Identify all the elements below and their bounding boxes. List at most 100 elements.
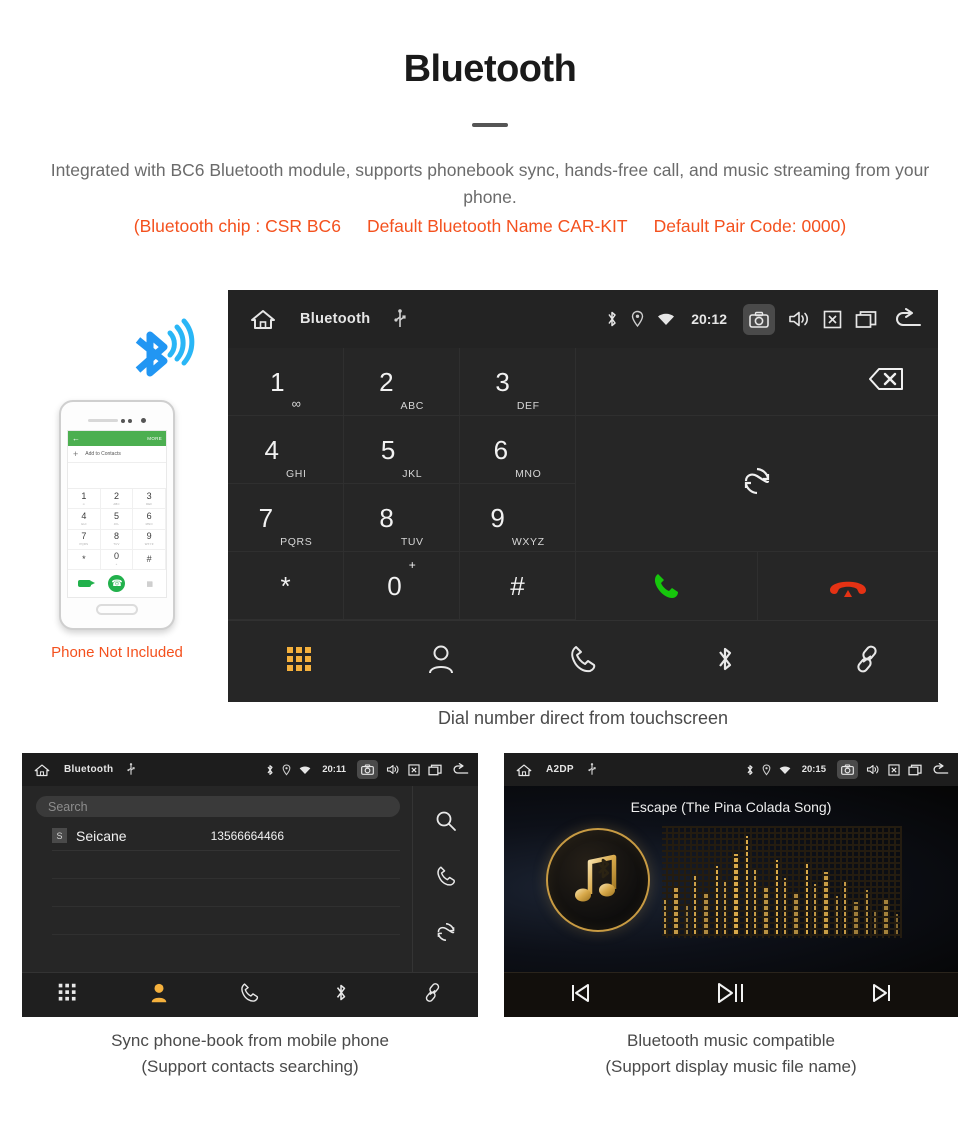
phone-number-field	[68, 463, 166, 489]
play-pause-icon[interactable]	[716, 981, 746, 1010]
close-box-icon[interactable]	[823, 310, 842, 329]
nav-bluetooth-icon[interactable]	[334, 982, 348, 1008]
call-icon[interactable]	[435, 865, 457, 892]
phone-add-contacts-label: Add to Contacts	[85, 451, 121, 457]
recents-icon[interactable]	[908, 764, 922, 776]
wifi-icon	[299, 765, 311, 775]
camera-icon[interactable]	[837, 760, 858, 779]
list-item[interactable]: S Seicane 13566664466	[52, 821, 400, 851]
search-input[interactable]: Search	[36, 796, 400, 817]
video-call-icon	[77, 580, 95, 587]
phone-body: ← MORE + Add to Contacts 1 ∞ 2 ABC 3 DEF 4G…	[59, 400, 175, 630]
plus-icon: +	[73, 448, 79, 459]
key-7[interactable]: 7 PQRS	[228, 484, 344, 552]
phone-key: 5 JKL	[100, 509, 134, 530]
nav-keypad-icon[interactable]	[286, 646, 312, 677]
key-1[interactable]: 1 ∞	[228, 348, 344, 416]
phonebook-caption-line1: Sync phone-book from mobile phone	[111, 1031, 389, 1050]
volume-icon[interactable]	[788, 310, 810, 328]
key-9[interactable]: 9 WXYZ	[460, 484, 576, 552]
home-icon[interactable]	[34, 763, 50, 777]
contact-number: 13566664466	[210, 828, 285, 843]
previous-icon[interactable]	[568, 982, 592, 1009]
contact-name: Seicane	[76, 827, 127, 844]
music-statusbar-title: A2DP	[546, 764, 574, 775]
music-caption-line1: Bluetooth music compatible	[627, 1031, 835, 1050]
key-8[interactable]: 8 TUV	[344, 484, 460, 552]
showcase-section: ← MORE + Add to Contacts 1 ∞ 2 ABC 3 DEF 4G…	[0, 290, 980, 728]
page-title: Bluetooth	[403, 48, 577, 90]
music-body: Escape (The Pina Colada Song)	[504, 786, 958, 972]
phone-key: #	[133, 549, 166, 570]
location-icon	[282, 763, 291, 776]
nav-keypad-icon[interactable]	[58, 983, 77, 1007]
location-icon	[762, 763, 771, 776]
dialer-keypad: 1 ∞ 2 ABC 3 DEF 4 GHI 5 JKL 6 MNO 7 PQRS 8 TUV 9…	[228, 348, 576, 620]
backspace-icon[interactable]	[854, 364, 906, 399]
phone-add-contacts-row: + Add to Contacts	[68, 446, 166, 463]
dialer-bottom-nav	[228, 620, 938, 702]
list-item	[52, 879, 400, 907]
spec-line: (Bluetooth chip : CSR BC6 Default Bluetoo…	[0, 216, 980, 237]
phone-more-label: MORE	[147, 436, 162, 441]
key-6[interactable]: 6 MNO	[460, 416, 576, 484]
volume-icon[interactable]	[866, 764, 880, 775]
close-box-icon[interactable]	[888, 763, 900, 776]
phone-key: 2 ABC	[100, 489, 134, 510]
search-icon[interactable]	[435, 810, 457, 837]
nav-call-history-icon[interactable]	[568, 644, 598, 679]
recents-icon[interactable]	[855, 310, 877, 329]
spec-pair-code: Default Pair Code: 0000)	[653, 216, 847, 237]
nav-bluetooth-icon[interactable]	[715, 644, 735, 679]
home-icon[interactable]	[516, 763, 532, 777]
back-icon[interactable]	[890, 308, 924, 330]
number-display[interactable]	[576, 348, 938, 416]
phonebook-side-actions	[412, 786, 478, 972]
camera-icon[interactable]	[357, 760, 378, 779]
key-5[interactable]: 5 JKL	[344, 416, 460, 484]
usb-icon	[394, 309, 406, 329]
spec-chip: (Bluetooth chip : CSR BC6	[133, 216, 341, 237]
key-3[interactable]: 3 DEF	[460, 348, 576, 416]
phone-key: 0 +	[100, 549, 134, 570]
album-art-placeholder	[546, 828, 650, 932]
bluetooth-wave-icon	[135, 318, 195, 377]
key-2[interactable]: 2 ABC	[344, 348, 460, 416]
phone-app-topbar: ← MORE	[68, 431, 166, 446]
end-call-button[interactable]	[758, 552, 939, 620]
nav-call-history-icon[interactable]	[239, 982, 260, 1008]
answer-call-button[interactable]	[576, 552, 758, 620]
close-box-icon[interactable]	[408, 763, 420, 776]
home-icon[interactable]	[250, 308, 276, 330]
key-0[interactable]: 0 +	[344, 552, 460, 620]
key-hash[interactable]: #	[460, 552, 576, 620]
keypad-area: 1 ∞ 2 ABC 3 DEF 4 GHI 5 JKL 6 MNO 7 PQRS 8 TUV 9…	[228, 348, 938, 620]
page-description: Integrated with BC6 Bluetooth module, su…	[50, 160, 930, 208]
list-item	[52, 851, 400, 879]
phone-key: 3 DEF	[133, 489, 166, 510]
sync-icon[interactable]	[741, 465, 773, 502]
nav-contacts-icon[interactable]	[428, 644, 454, 679]
phonebook-caption-line2: (Support contacts searching)	[141, 1056, 359, 1076]
camera-icon[interactable]	[743, 303, 775, 335]
location-icon	[631, 310, 644, 328]
bluetooth-icon	[266, 764, 274, 776]
nav-contacts-icon[interactable]	[150, 982, 168, 1008]
phone-back-icon: ←	[72, 434, 80, 443]
back-icon[interactable]	[450, 763, 470, 776]
nav-pair-link-icon[interactable]	[852, 644, 882, 679]
key-4[interactable]: 4 GHI	[228, 416, 344, 484]
next-icon[interactable]	[870, 982, 894, 1009]
dialer-clock: 20:12	[691, 311, 727, 327]
music-controls	[504, 972, 958, 1017]
back-icon[interactable]	[930, 763, 950, 776]
phonebook-screen: Bluetooth 20:11 Search S Seicane 1356666…	[22, 753, 478, 1017]
sync-icon[interactable]	[435, 921, 457, 948]
key-star[interactable]: *	[228, 552, 344, 620]
recents-icon[interactable]	[428, 764, 442, 776]
wifi-icon	[657, 312, 675, 326]
nav-pair-link-icon[interactable]	[422, 982, 443, 1008]
phone-keypad: 1 ∞ 2 ABC 3 DEF 4 GHI 5 JKL 6 MNO 7 PQRS 8 TUV 9…	[68, 489, 166, 570]
phone-key: 9 WXYZ	[133, 529, 166, 550]
volume-icon[interactable]	[386, 764, 400, 775]
